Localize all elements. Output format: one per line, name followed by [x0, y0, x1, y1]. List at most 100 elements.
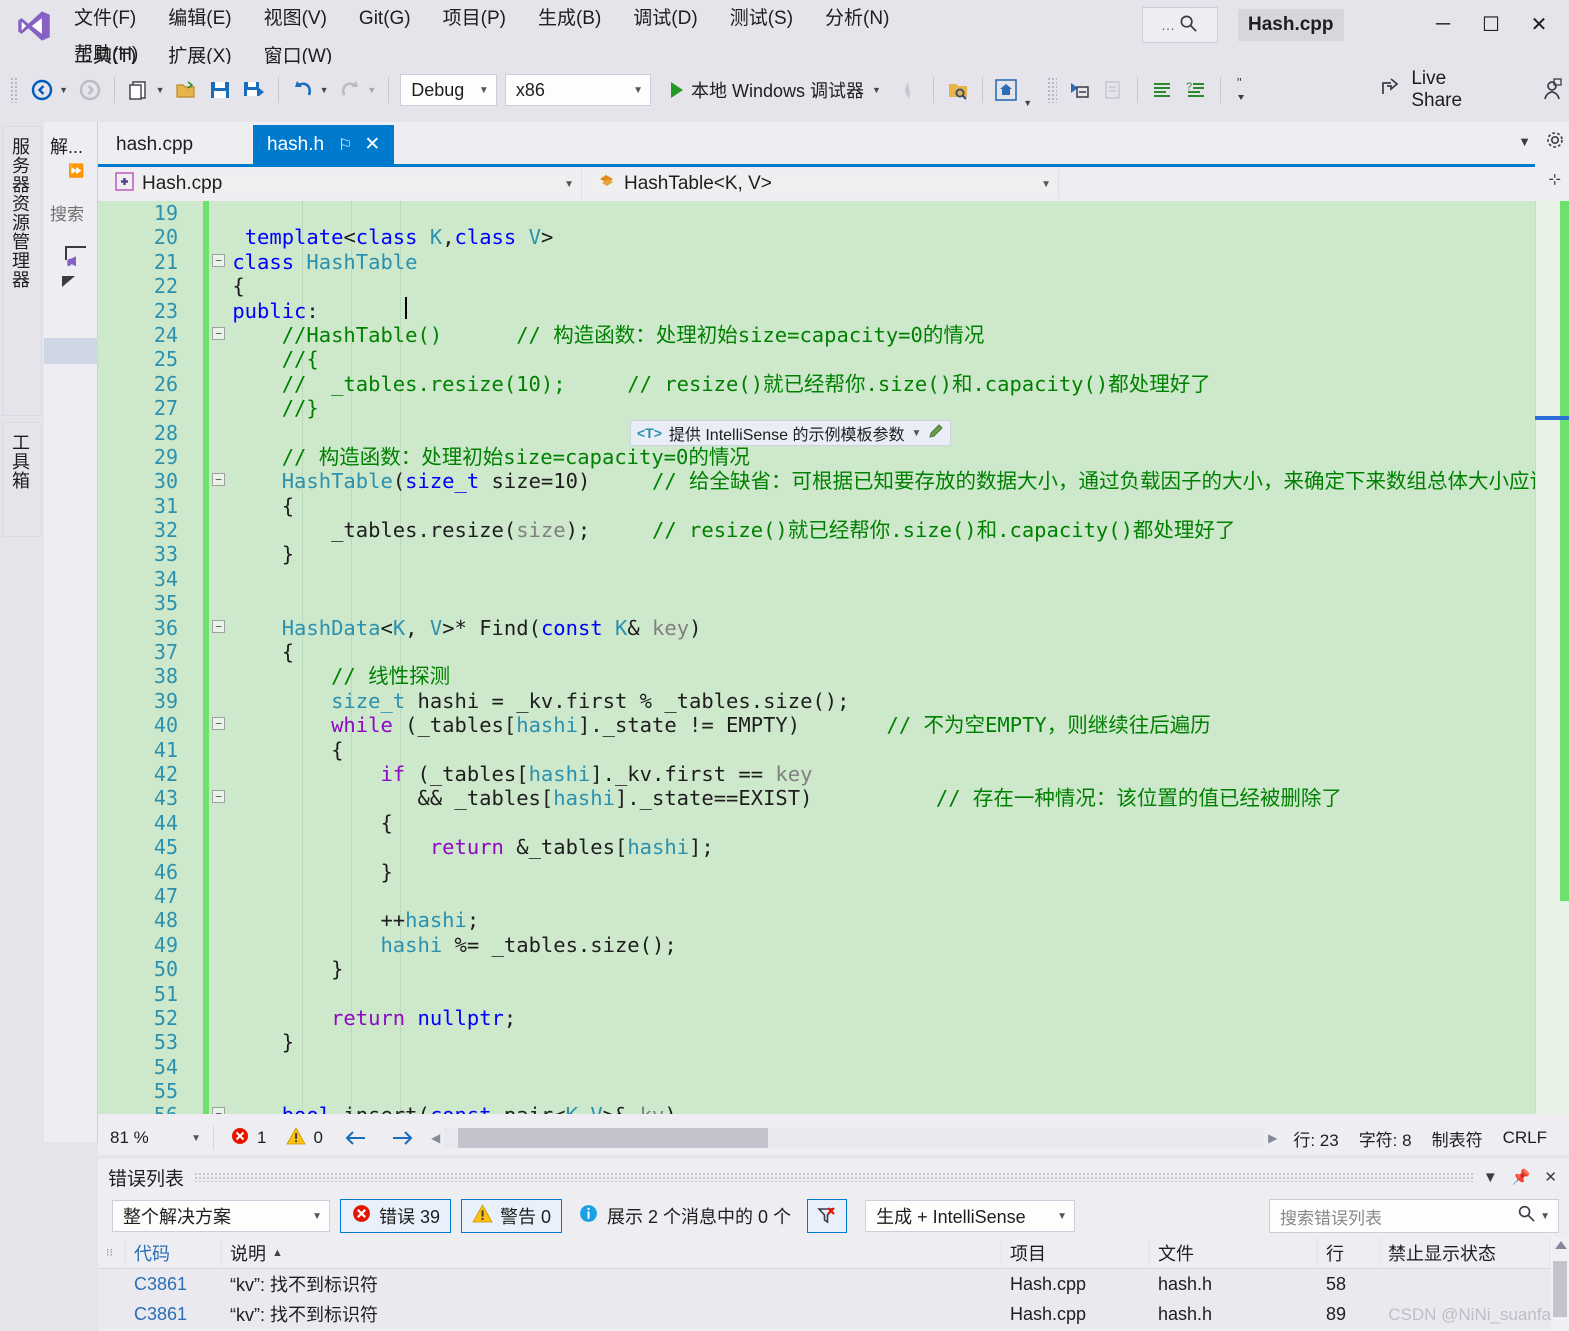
code-line[interactable]: 37 {	[98, 640, 1538, 664]
clear-filter-button[interactable]	[807, 1199, 848, 1233]
code-lines[interactable]: 19 20 template<class K,class V> 21− class …	[98, 201, 1569, 1114]
column-header-description[interactable]: 说明 ▲	[222, 1236, 1002, 1269]
status-tab-mode[interactable]: 制表符	[1432, 1126, 1483, 1151]
code-line[interactable]: 22 {	[98, 274, 1538, 298]
zoom-level-combo[interactable]: 81 % ▼	[102, 1124, 207, 1152]
code-line[interactable]: 26 // _tables.resize(10); // resize()就已经…	[98, 372, 1538, 396]
start-debugging-button[interactable]: 本地 Windows 调试器 ▼	[663, 73, 892, 107]
code-line[interactable]: 47	[98, 884, 1538, 908]
redo-dropdown-icon[interactable]: ▼	[367, 85, 376, 95]
account-manager-icon[interactable]	[1536, 73, 1568, 107]
column-header-suppression[interactable]: 禁止显示状态	[1380, 1236, 1550, 1269]
close-icon[interactable]: ✕	[364, 133, 380, 156]
solution-explorer-overflow-icon[interactable]: ⏩	[68, 163, 84, 179]
menu-item-test[interactable]: 测试(S)	[718, 0, 805, 38]
prev-issue-button[interactable]	[343, 1128, 369, 1148]
error-search-input[interactable]: 搜索错误列表 ▼	[1269, 1199, 1559, 1233]
editor-warning-count[interactable]: 0	[286, 1126, 323, 1151]
solution-node-icon[interactable]	[58, 244, 92, 278]
toolbar-overflow-icon[interactable]: "	[1229, 73, 1261, 107]
live-share-button[interactable]: Live Share	[1371, 68, 1502, 111]
error-list-drag-handle[interactable]	[194, 1172, 1473, 1182]
solution-expand-arrow-icon[interactable]	[62, 276, 75, 287]
code-line[interactable]: 39 size_t hashi = _kv.first % _tables.si…	[98, 689, 1538, 713]
solution-explorer-search-input[interactable]: 搜索	[50, 200, 96, 230]
comment-lines-icon[interactable]	[1146, 73, 1178, 107]
column-header-line[interactable]: 行	[1318, 1236, 1380, 1269]
toolbar-grip-2[interactable]	[1047, 77, 1057, 103]
code-line[interactable]: 42 if (_tables[hashi]._kv.first == key	[98, 762, 1538, 786]
tab-hash-cpp[interactable]: hash.cpp	[102, 125, 208, 164]
open-file-icon[interactable]	[171, 73, 203, 107]
column-header-project[interactable]: 项目	[1002, 1236, 1150, 1269]
code-line[interactable]: 21− class HashTable	[98, 250, 1538, 274]
start-debugging-dropdown-icon[interactable]: ▼	[872, 85, 881, 95]
error-list-scroll-thumb[interactable]	[1553, 1261, 1567, 1317]
code-line[interactable]: 25 //{	[98, 347, 1538, 371]
editor-error-count[interactable]: 1	[230, 1126, 266, 1151]
chevron-down-icon-5[interactable]: ▼	[912, 428, 922, 439]
code-line[interactable]: 36− HashData<K, V>* Find(const K& key)	[98, 616, 1538, 640]
scroll-right-arrow-icon[interactable]: ▶	[1268, 1131, 1277, 1145]
column-header-file[interactable]: 文件	[1150, 1236, 1318, 1269]
code-line[interactable]: 51	[98, 982, 1538, 1006]
navigate-backward-dropdown-icon[interactable]: ▼	[59, 85, 68, 95]
error-list-header-buttons[interactable]: ▼ 📌 ✕	[1483, 1168, 1569, 1187]
code-line[interactable]: 23 public:	[98, 299, 1538, 323]
hscroll-thumb[interactable]	[458, 1128, 769, 1148]
navigate-backward-button[interactable]	[26, 73, 58, 107]
row-code[interactable]: C3861	[126, 1269, 222, 1299]
sidebar-item-server-explorer[interactable]: 服务器资源管理器	[2, 126, 42, 416]
code-line[interactable]: 40− while (_tables[hashi]._state != EMPT…	[98, 713, 1538, 737]
editor-horizontal-scrollbar[interactable]: ◀ ▶	[431, 1127, 1277, 1149]
code-line[interactable]: 30− HashTable(size_t size=10) // 给全缺省：可根…	[98, 469, 1569, 493]
undo-icon[interactable]	[287, 73, 319, 107]
code-line[interactable]: 50 }	[98, 957, 1538, 981]
code-line[interactable]: 35	[98, 591, 1538, 615]
code-line[interactable]: 24− //HashTable() // 构造函数：处理初始size=capac…	[98, 323, 1538, 347]
next-issue-button[interactable]	[389, 1128, 415, 1148]
errors-filter-toggle[interactable]: 错误 39	[340, 1199, 452, 1233]
pin-icon-2[interactable]: 📌	[1512, 1168, 1531, 1186]
new-project-icon[interactable]	[123, 73, 155, 107]
code-line[interactable]: 31 {	[98, 494, 1538, 518]
build-filter-combo[interactable]: 生成 + IntelliSense ▼	[865, 1200, 1076, 1232]
code-line[interactable]: 34	[98, 567, 1538, 591]
warnings-filter-toggle[interactable]: 警告 0	[461, 1199, 563, 1233]
quick-launch-search[interactable]: ...	[1142, 7, 1218, 43]
editor-settings-gear-icon[interactable]	[1545, 130, 1565, 153]
menu-item-file[interactable]: 文件(F)	[62, 0, 148, 38]
solution-home-icon[interactable]	[990, 73, 1022, 107]
editor-scrollbar-map[interactable]	[1535, 201, 1569, 1114]
new-project-dropdown-icon[interactable]: ▼	[156, 85, 165, 95]
menu-item-view[interactable]: 视图(V)	[252, 0, 339, 38]
tab-row-controls[interactable]: ▼	[1518, 130, 1565, 153]
code-line[interactable]: 45 return &_tables[hashi];	[98, 835, 1538, 859]
error-list-scrollbar[interactable]	[1551, 1237, 1569, 1331]
solution-home-dropdown-icon[interactable]: ▼	[1023, 99, 1032, 108]
code-line[interactable]: 49 hashi %= _tables.size();	[98, 933, 1538, 957]
chevron-down-icon-7[interactable]: ▼	[1483, 1169, 1498, 1186]
code-line[interactable]: 41 {	[98, 738, 1538, 762]
code-line[interactable]: 33 }	[98, 542, 1538, 566]
code-editor-surface[interactable]: 19 20 template<class K,class V> 21− class …	[98, 201, 1569, 1114]
code-line[interactable]: 54	[98, 1055, 1538, 1079]
column-grip[interactable]: ⁝⁝	[98, 1236, 126, 1269]
code-line[interactable]: 43− && _tables[hashi]._state==EXIST) // …	[98, 786, 1538, 810]
save-icon[interactable]	[204, 73, 236, 107]
toolbar-grip[interactable]	[10, 77, 20, 103]
pin-icon[interactable]: ⚐	[338, 135, 352, 155]
error-scope-combo[interactable]: 整个解决方案 ▼	[112, 1200, 330, 1232]
sidebar-item-toolbox[interactable]: 工具箱	[2, 422, 42, 537]
scroll-left-arrow-icon[interactable]: ◀	[431, 1131, 440, 1145]
intellisense-template-hint[interactable]: <T> 提供 IntelliSense 的示例模板参数 ▼	[630, 420, 952, 446]
search-folder-icon[interactable]	[942, 73, 974, 107]
column-header-code[interactable]: 代码	[126, 1236, 222, 1269]
toolbox-window-icon[interactable]	[1097, 73, 1129, 107]
scroll-up-arrow-icon[interactable]	[1555, 1241, 1567, 1249]
hot-reload-icon[interactable]	[893, 73, 925, 107]
navbar-type-combo[interactable]: HashTable<K, V> ▼	[588, 169, 1058, 199]
row-code[interactable]: C3861	[126, 1299, 222, 1329]
uncomment-lines-icon[interactable]: ?	[1180, 73, 1212, 107]
split-view-icon[interactable]: ⊹	[1548, 170, 1561, 188]
